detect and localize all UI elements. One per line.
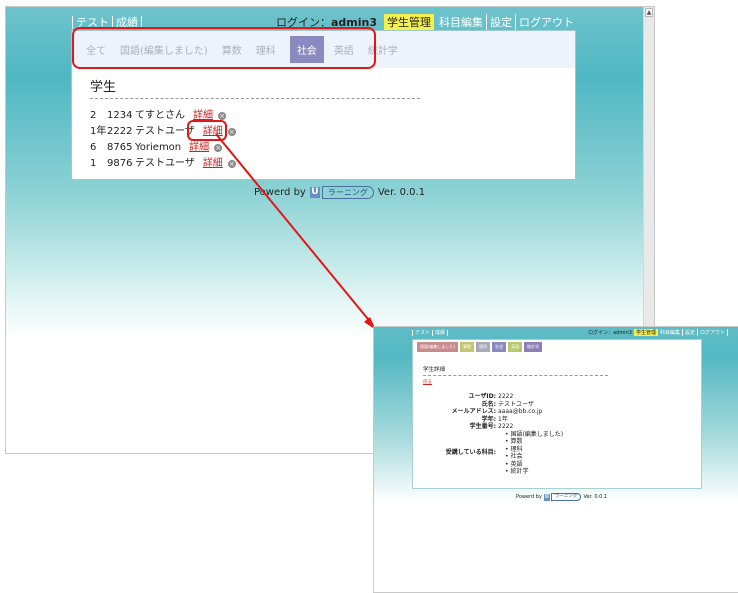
- subject-edit-link[interactable]: 科目編集: [658, 329, 682, 336]
- footer-version: Ver. 0.0.1: [583, 494, 608, 500]
- list-item: 英語: [505, 461, 563, 469]
- detail-subject-tabs: 国語(編集しました) 算数 理科 社会 英語 統計学: [413, 340, 701, 353]
- tab-science[interactable]: 理科: [476, 341, 491, 352]
- field-value: 1年: [498, 415, 508, 423]
- list-item: 算数: [505, 438, 563, 446]
- detail-top-bar: テスト 成績 ログイン：admin3 学生管理 科目編集 設定 ログアウト: [374, 329, 738, 339]
- tab-math[interactable]: 算数: [460, 341, 475, 352]
- list-item: 統計学: [505, 468, 563, 476]
- field-label: 学生番号:: [469, 423, 496, 430]
- logout-link[interactable]: ログアウト: [696, 329, 727, 336]
- detail-top-nav: テスト 成績: [412, 329, 449, 336]
- field-label: 学年:: [481, 415, 496, 423]
- list-item: 社会: [505, 453, 563, 461]
- login-status: ログイン：admin3: [588, 330, 632, 336]
- brand-name: ラーニング: [550, 493, 582, 501]
- tab-statistics[interactable]: 統計学: [524, 341, 543, 352]
- tab-japanese[interactable]: 国語(編集しました): [417, 341, 459, 352]
- nav-grades-link[interactable]: 成績: [432, 330, 448, 336]
- settings-link[interactable]: 設定: [681, 329, 697, 336]
- detail-footer: Powerd by U ラーニング Ver. 0.0.1: [516, 493, 607, 501]
- brand-logo-icon: U: [543, 493, 550, 501]
- subjects-label: 受講している科目:: [445, 449, 496, 457]
- field-row: 学生番号: 2222: [423, 423, 701, 431]
- tab-social-studies[interactable]: 社会: [492, 341, 507, 352]
- detail-fields: ユーザID: 2222 氏名: テストユーザ メールアドレス: aaaa@bb.co.…: [423, 393, 701, 476]
- back-link[interactable]: 戻る: [423, 379, 701, 385]
- field-row: 学年: 1年: [423, 416, 701, 424]
- tab-english[interactable]: 英語: [508, 341, 523, 352]
- student-management-link[interactable]: 学生管理: [633, 329, 658, 336]
- field-label: ユーザID:: [468, 393, 497, 400]
- field-value: 2222: [498, 423, 514, 430]
- field-label: 氏名:: [481, 400, 496, 408]
- subjects-list: 国語(編集しました) 算数 理科 社会 英語 統計学: [498, 431, 563, 476]
- field-row: ユーザID: 2222: [423, 393, 701, 401]
- field-row: 氏名: テストユーザ: [423, 401, 701, 409]
- list-item: 国語(編集しました): [505, 431, 563, 439]
- detail-user-nav: ログイン：admin3 学生管理 科目編集 設定 ログアウト: [586, 329, 728, 336]
- list-item: 理科: [505, 446, 563, 454]
- field-row: メールアドレス: aaaa@bb.co.jp: [423, 408, 701, 416]
- subjects-row: 受講している科目: 国語(編集しました) 算数 理科 社会 英語 統計学: [423, 431, 701, 476]
- field-label: メールアドレス:: [451, 408, 496, 415]
- student-detail-window: テスト 成績 ログイン：admin3 学生管理 科目編集 設定 ログアウト 国語(…: [373, 326, 738, 593]
- footer-powered-by: Powerd by: [516, 494, 542, 500]
- detail-panel: 国語(編集しました) 算数 理科 社会 英語 統計学 学生詳細 戻る ユーザID…: [412, 339, 702, 489]
- nav-test-link[interactable]: テスト: [412, 330, 433, 336]
- field-value: aaaa@bb.co.jp: [498, 408, 543, 415]
- detail-title: 学生詳細: [423, 365, 608, 376]
- detail-content: 学生詳細 戻る ユーザID: 2222 氏名: テストユーザ メールアドレス: aaa…: [413, 353, 701, 476]
- field-value: 2222: [498, 393, 514, 400]
- field-value: テストユーザ: [498, 400, 534, 408]
